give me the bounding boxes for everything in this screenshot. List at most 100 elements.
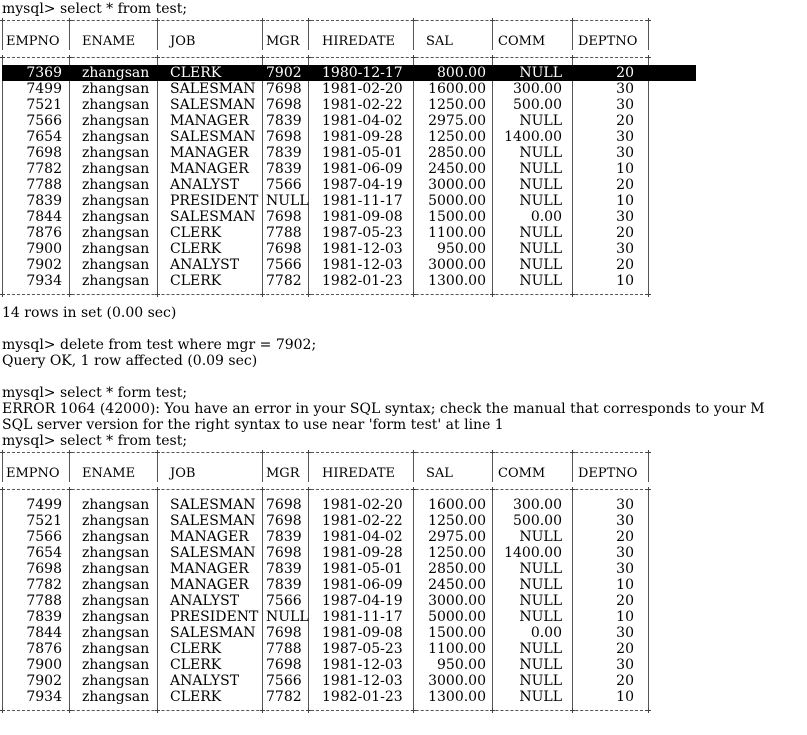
table-cell: 7839: [266, 577, 302, 593]
table-row[interactable]: 7369 zhangsan CLERK 7902 1980-12-17 800.00 NUL…: [2, 65, 696, 81]
table-cell: zhangsan: [82, 673, 150, 689]
table-row[interactable]: 7876 zhangsan CLERK 7788 1987-05-23 1100.00 NU…: [2, 641, 648, 657]
border-corner: [67, 292, 72, 297]
border-corner: [260, 708, 265, 713]
column-header: SAL: [426, 34, 453, 49]
table-cell: zhangsan: [82, 609, 150, 625]
table-cell: zhangsan: [82, 545, 150, 561]
border-corner: [570, 708, 575, 713]
table-cell: NULL: [519, 193, 562, 209]
table-row[interactable]: 7566 zhangsan MANAGER 7839 1981-04-02 2975.00…: [2, 113, 648, 129]
table-cell: 1981-05-01: [322, 145, 403, 161]
border-corner: [67, 708, 72, 713]
table-cell: 7521: [26, 97, 62, 113]
table-row[interactable]: 7499 zhangsan SALESMAN 7698 1981-02-20 1600.0…: [2, 497, 648, 513]
table-row[interactable]: 7934 zhangsan CLERK 7782 1982-01-23 1300.00 NU…: [2, 273, 648, 289]
column-header: DEPTNO: [578, 34, 638, 49]
table-cell: zhangsan: [82, 625, 150, 641]
table-cell: 2450.00: [428, 161, 486, 177]
table-cell: 300.00: [513, 81, 562, 97]
table-row[interactable]: 7654 zhangsan SALESMAN 7698 1981-09-28 1250.0…: [2, 129, 648, 145]
table-cell: zhangsan: [82, 193, 150, 209]
error-message: ERROR 1064 (42000): You have an error in…: [2, 401, 765, 417]
border-corner: [411, 708, 416, 713]
table-cell: 7839: [26, 609, 62, 625]
table-cell: zhangsan: [82, 257, 150, 273]
table-cell: SALESMAN: [170, 545, 256, 561]
table-row[interactable]: 7788 zhangsan ANALYST 7566 1987-04-19 3000.00…: [2, 177, 648, 193]
table-cell: 30: [616, 545, 634, 561]
column-separator: [648, 59, 649, 293]
table-cell: 1100.00: [428, 225, 486, 241]
table-cell: MANAGER: [170, 561, 249, 577]
table-cell: 1981-12-03: [322, 241, 403, 257]
table-row[interactable]: 7654 zhangsan SALESMAN 7698 1981-09-28 1250.0…: [2, 545, 648, 561]
border-corner: [646, 292, 651, 297]
table-cell: 7902: [266, 65, 302, 81]
table-row[interactable]: 7698 zhangsan MANAGER 7839 1981-05-01 2850.00…: [2, 145, 648, 161]
table-cell: 30: [616, 513, 634, 529]
table-cell: 7934: [26, 689, 62, 705]
table-cell: 7788: [266, 641, 302, 657]
table-cell: 1981-09-08: [322, 209, 403, 225]
table-row[interactable]: 7900 zhangsan CLERK 7698 1981-12-03 950.00 NUL…: [2, 657, 648, 673]
table-row[interactable]: 7782 zhangsan MANAGER 7839 1981-06-09 2450.00…: [2, 577, 648, 593]
table-row[interactable]: 7839 zhangsan PRESIDENT NULL 1981-11-17 5000.…: [2, 193, 648, 209]
table-row[interactable]: 7844 zhangsan SALESMAN 7698 1981-09-08 1500.0…: [2, 625, 648, 641]
table-row[interactable]: 7521 zhangsan SALESMAN 7698 1981-02-22 1250.0…: [2, 513, 648, 529]
table-cell: 1987-04-19: [322, 593, 403, 609]
table-cell: 1981-02-22: [322, 97, 403, 113]
table-cell: 20: [616, 593, 634, 609]
table-cell: zhangsan: [82, 497, 150, 513]
table-row[interactable]: 7902 zhangsan ANALYST 7566 1981-12-03 3000.00…: [2, 673, 648, 689]
table-cell: 2975.00: [428, 113, 486, 129]
table-cell: 1981-11-17: [322, 609, 403, 625]
table-cell: NULL: [519, 657, 562, 673]
table-cell: 0.00: [530, 209, 562, 225]
table-cell: 7654: [26, 129, 62, 145]
table-cell: MANAGER: [170, 577, 249, 593]
table-cell: 7844: [26, 209, 62, 225]
table-cell: 10: [616, 193, 634, 209]
table-row[interactable]: 7876 zhangsan CLERK 7788 1987-05-23 1100.00 NU…: [2, 225, 648, 241]
table-row[interactable]: 7499 zhangsan SALESMAN 7698 1981-02-20 1600.0…: [2, 81, 648, 97]
table-cell: 20: [616, 529, 634, 545]
border-corner: [306, 292, 311, 297]
table-cell: 7566: [266, 593, 302, 609]
table-cell: SALESMAN: [170, 209, 256, 225]
table-row[interactable]: 7934 zhangsan CLERK 7782 1982-01-23 1300.00 NU…: [2, 689, 648, 705]
border-corner: [570, 292, 575, 297]
error-message-continued: SQL server version for the right syntax …: [2, 417, 504, 433]
table-row[interactable]: 7698 zhangsan MANAGER 7839 1981-05-01 2850.00…: [2, 561, 648, 577]
table-cell: 7782: [266, 689, 302, 705]
table-cell: 7566: [266, 673, 302, 689]
table-row[interactable]: 7900 zhangsan CLERK 7698 1981-12-03 950.00 NUL…: [2, 241, 648, 257]
table-cell: zhangsan: [82, 513, 150, 529]
column-header: EMPNO: [6, 466, 60, 481]
table-cell: zhangsan: [82, 577, 150, 593]
table-row[interactable]: 7566 zhangsan MANAGER 7839 1981-04-02 2975.00…: [2, 529, 648, 545]
table-row[interactable]: 7902 zhangsan ANALYST 7566 1981-12-03 3000.00…: [2, 257, 648, 273]
table-cell: CLERK: [170, 657, 222, 673]
table-row[interactable]: 7839 zhangsan PRESIDENT NULL 1981-11-17 5000.…: [2, 609, 648, 625]
table-cell: 7499: [26, 81, 62, 97]
table-row[interactable]: 7788 zhangsan ANALYST 7566 1987-04-19 3000.00…: [2, 593, 648, 609]
table-cell: SALESMAN: [170, 497, 256, 513]
table-cell: 1500.00: [428, 625, 486, 641]
table-cell: 7839: [266, 113, 302, 129]
table-cell: 7839: [266, 145, 302, 161]
table-cell: 950.00: [437, 241, 486, 257]
border-corner: [306, 708, 311, 713]
table-row[interactable]: 7521 zhangsan SALESMAN 7698 1981-02-22 1250.0…: [2, 97, 648, 113]
table-row[interactable]: 7782 zhangsan MANAGER 7839 1981-06-09 2450.00…: [2, 161, 648, 177]
terminal-window[interactable]: mysql> select * from test; EMPNO ENAME JOB…: [0, 0, 807, 735]
table-cell: 3000.00: [428, 593, 486, 609]
table-cell: 1981-05-01: [322, 561, 403, 577]
table-cell: 3000.00: [428, 177, 486, 193]
table-cell: 20: [616, 177, 634, 193]
table-cell: ANALYST: [170, 673, 240, 689]
table-row[interactable]: 7844 zhangsan SALESMAN 7698 1981-09-08 1500.0…: [2, 209, 648, 225]
table-cell: NULL: [519, 673, 562, 689]
table-cell: 1980-12-17: [322, 65, 403, 81]
table-cell: 7782: [266, 273, 302, 289]
